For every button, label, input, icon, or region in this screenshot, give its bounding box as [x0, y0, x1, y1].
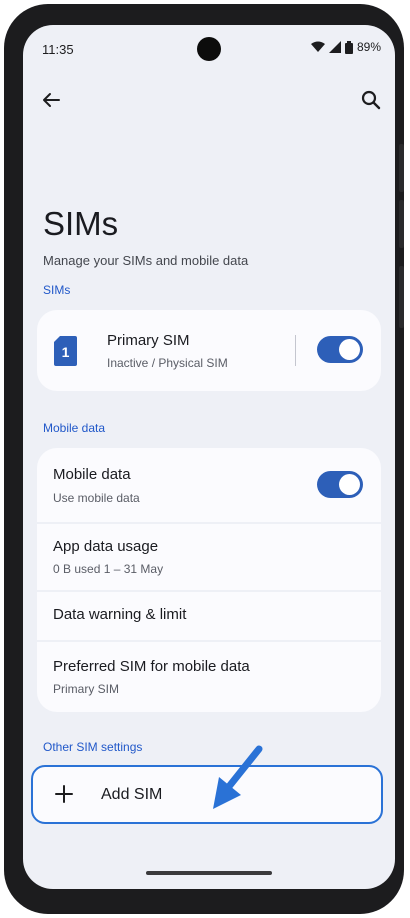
toggle-knob — [339, 474, 360, 495]
status-icons: 89% — [310, 40, 381, 54]
sim-name: Primary SIM — [107, 332, 190, 349]
section-label-other-sim-settings: Other SIM settings — [43, 740, 143, 754]
list-item-app-data-usage[interactable]: App data usage 0 B used 1 – 31 May — [37, 524, 381, 590]
add-sim-button[interactable]: Add SIM — [31, 765, 383, 824]
page-title: SIMs — [43, 205, 119, 242]
search-icon[interactable] — [357, 86, 385, 114]
add-sim-label: Add SIM — [101, 786, 163, 803]
list-item-mobile-data[interactable]: Mobile data Use mobile data — [37, 448, 381, 522]
sim-card-icon: 1 — [54, 336, 77, 366]
mobile-data-toggle[interactable] — [317, 471, 363, 498]
arrow-left-icon[interactable] — [37, 86, 65, 114]
status-bar: 11:35 89% — [23, 25, 395, 73]
signal-icon — [328, 41, 341, 53]
plus-icon — [55, 785, 73, 803]
power-button — [399, 266, 404, 328]
battery-icon — [344, 40, 353, 54]
top-app-bar — [23, 80, 395, 120]
mobile-data-subtitle: Use mobile data — [53, 491, 140, 505]
volume-button — [399, 200, 404, 248]
front-camera — [197, 37, 221, 61]
phone-frame: 11:35 89% SIMs Manage your SIMs and mobi… — [4, 4, 404, 914]
status-time: 11:35 — [42, 42, 74, 57]
preferred-sim-title: Preferred SIM for mobile data — [53, 658, 250, 675]
list-item-preferred-sim[interactable]: Preferred SIM for mobile data Primary SI… — [37, 642, 381, 712]
pointer-arrow-icon — [213, 745, 263, 809]
section-label-sims: SIMs — [43, 283, 71, 297]
home-indicator[interactable] — [146, 871, 272, 875]
data-warning-title: Data warning & limit — [53, 606, 187, 623]
sim-toggle[interactable] — [317, 336, 363, 363]
mobile-data-title: Mobile data — [53, 466, 131, 483]
toggle-knob — [339, 339, 360, 360]
app-data-usage-title: App data usage — [53, 538, 159, 555]
wifi-icon — [310, 41, 325, 52]
volume-button — [399, 144, 404, 192]
section-label-mobile-data: Mobile data — [43, 421, 106, 435]
screen: 11:35 89% SIMs Manage your SIMs and mobi… — [23, 25, 395, 889]
battery-percent: 89% — [356, 40, 381, 54]
app-data-usage-subtitle: 0 B used 1 – 31 May — [53, 562, 164, 576]
sim-status: Inactive / Physical SIM — [107, 356, 228, 370]
preferred-sim-subtitle: Primary SIM — [53, 682, 119, 696]
sim-badge-number: 1 — [62, 344, 70, 360]
primary-sim-card[interactable]: 1 Primary SIM Inactive / Physical SIM — [37, 310, 381, 391]
page-subtitle: Manage your SIMs and mobile data — [43, 253, 249, 268]
mobile-data-card: Mobile data Use mobile data App data usa… — [37, 448, 381, 712]
vertical-divider — [295, 335, 296, 366]
list-item-data-warning[interactable]: Data warning & limit — [37, 592, 381, 640]
